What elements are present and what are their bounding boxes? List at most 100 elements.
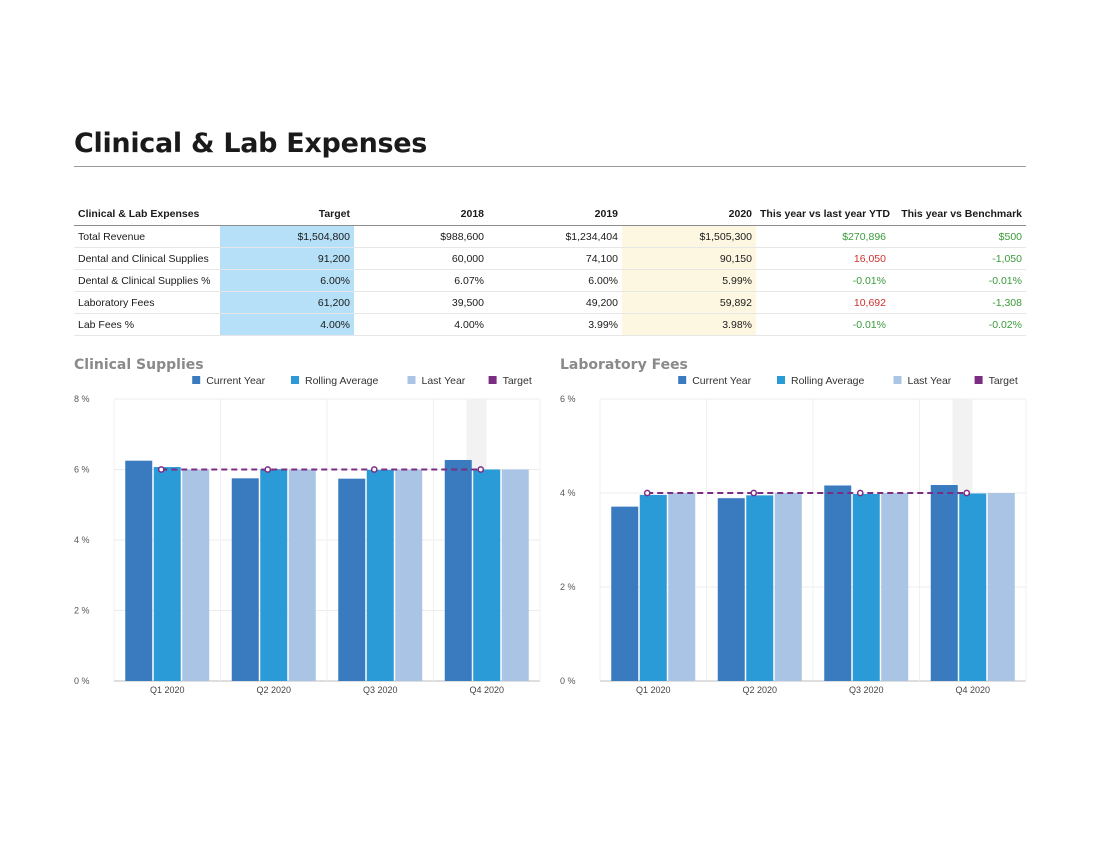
clinical-supplies-chart: Current Year Rolling Average Last Year Targ… bbox=[74, 355, 554, 700]
value-2018: 4.00% bbox=[354, 313, 488, 336]
row-label: Dental and Clinical Supplies bbox=[74, 247, 220, 270]
row-label: Dental & Clinical Supplies % bbox=[74, 269, 220, 292]
target-point-0 bbox=[157, 466, 165, 473]
expenses-table: Clinical & Lab Expenses Target 2018 2019… bbox=[74, 204, 1026, 336]
legend-swatch-2 bbox=[893, 376, 902, 384]
legend-label-1: Rolling Average bbox=[305, 375, 379, 387]
legend-swatch-1 bbox=[291, 376, 299, 384]
bar-rolling-average-0 bbox=[639, 494, 667, 681]
page-title: Clinical & Lab Expenses bbox=[74, 128, 428, 159]
legend-swatch-0 bbox=[678, 376, 687, 384]
row-label: Total Revenue bbox=[74, 225, 220, 248]
legend-swatch-0 bbox=[192, 376, 201, 384]
target-point-2 bbox=[370, 466, 378, 473]
value-2018: 39,500 bbox=[354, 291, 488, 314]
y-tick-label-3: 6 % bbox=[74, 465, 90, 475]
target-cell: 6.00% bbox=[220, 269, 354, 292]
x-tick-label-1: Q2 2020 bbox=[256, 685, 291, 695]
bar-rolling-average-1 bbox=[746, 495, 774, 681]
bar-last-year-2 bbox=[395, 469, 423, 681]
y-tick-label-4: 8 % bbox=[74, 394, 90, 404]
vs-benchmark-cell: -1,308 bbox=[890, 291, 1026, 314]
column-header-target: Target bbox=[220, 204, 354, 226]
laboratory-fees-chart-svg: Current Year Rolling Average Last Year Targ… bbox=[560, 375, 1027, 695]
column-header-2019: 2019 bbox=[488, 204, 622, 226]
bar-last-year-1 bbox=[774, 493, 802, 681]
table-row: Total Revenue $1,504,800 $988,600 $1,234,40… bbox=[74, 225, 1026, 248]
bar-rolling-average-2 bbox=[366, 469, 394, 681]
bar-rolling-average-0 bbox=[153, 467, 181, 681]
target-point-0 bbox=[643, 489, 651, 497]
bar-current-year-3 bbox=[444, 459, 472, 681]
legend-label-0: Current Year bbox=[692, 375, 751, 387]
target-point-2 bbox=[856, 489, 864, 497]
legend-label-3: Target bbox=[503, 375, 532, 387]
bar-current-year-0 bbox=[611, 506, 639, 681]
target-point-3 bbox=[477, 466, 485, 473]
legend-swatch-3 bbox=[974, 376, 983, 384]
x-tick-label-2: Q3 2020 bbox=[849, 685, 884, 695]
value-2019: 6.00% bbox=[488, 269, 622, 292]
column-header-vs-benchmark: This year vs Benchmark bbox=[890, 204, 1026, 226]
bar-rolling-average-1 bbox=[260, 469, 288, 681]
legend-label-0: Current Year bbox=[206, 375, 265, 387]
value-2019: 3.99% bbox=[488, 313, 622, 336]
y-tick-label-3: 6 % bbox=[560, 394, 576, 404]
value-2018: $988,600 bbox=[354, 225, 488, 248]
legend-swatch-1 bbox=[777, 376, 785, 384]
chart-title: Clinical Supplies bbox=[74, 357, 204, 373]
clinical-supplies-chart-svg: Current Year Rolling Average Last Year Targ… bbox=[74, 375, 541, 695]
chart-title: Laboratory Fees bbox=[560, 357, 688, 373]
laboratory-fees-chart: Current Year Rolling Average Last Year Targ… bbox=[560, 355, 1040, 700]
vs-last-year-cell: 16,050 bbox=[756, 247, 890, 270]
row-label: Lab Fees % bbox=[74, 313, 220, 336]
vs-benchmark-cell: -0.02% bbox=[890, 313, 1026, 336]
y-tick-label-0: 0 % bbox=[74, 676, 90, 686]
bar-current-year-0 bbox=[125, 460, 153, 681]
x-tick-label-1: Q2 2020 bbox=[742, 685, 777, 695]
table-row: Laboratory Fees 61,200 39,500 49,200 59,892 1… bbox=[74, 291, 1026, 314]
value-2018: 6.07% bbox=[354, 269, 488, 292]
bar-rolling-average-3 bbox=[959, 493, 987, 681]
table-row: Lab Fees % 4.00% 4.00% 3.99% 3.98% -0.01% -0.0… bbox=[74, 313, 1026, 336]
bar-last-year-1 bbox=[288, 469, 316, 681]
value-2020: 59,892 bbox=[622, 291, 756, 314]
y-tick-label-2: 4 % bbox=[74, 535, 90, 545]
target-cell: 4.00% bbox=[220, 313, 354, 336]
legend-label-1: Rolling Average bbox=[791, 375, 865, 387]
bar-last-year-2 bbox=[881, 493, 909, 681]
bar-current-year-2 bbox=[338, 478, 366, 681]
legend-label-2: Last Year bbox=[422, 375, 466, 387]
target-cell: 91,200 bbox=[220, 247, 354, 270]
column-header-2018: 2018 bbox=[354, 204, 488, 226]
table-header-row: Clinical & Lab Expenses Target 2018 2019… bbox=[74, 204, 1026, 226]
y-tick-label-2: 4 % bbox=[560, 488, 576, 498]
legend-label-3: Target bbox=[989, 375, 1018, 387]
vs-last-year-cell: 10,692 bbox=[756, 291, 890, 314]
target-cell: $1,504,800 bbox=[220, 225, 354, 248]
vs-benchmark-cell: -1,050 bbox=[890, 247, 1026, 270]
bar-current-year-2 bbox=[824, 485, 852, 681]
vs-benchmark-cell: -0.01% bbox=[890, 269, 1026, 292]
x-tick-label-0: Q1 2020 bbox=[150, 685, 185, 695]
value-2020: 90,150 bbox=[622, 247, 756, 270]
x-tick-label-3: Q4 2020 bbox=[955, 685, 990, 695]
bar-current-year-1 bbox=[717, 498, 745, 681]
value-2020: $1,505,300 bbox=[622, 225, 756, 248]
row-label: Laboratory Fees bbox=[74, 291, 220, 314]
value-2019: 74,100 bbox=[488, 247, 622, 270]
vs-last-year-cell: $270,896 bbox=[756, 225, 890, 248]
x-tick-label-3: Q4 2020 bbox=[469, 685, 504, 695]
value-2020: 5.99% bbox=[622, 269, 756, 292]
target-point-1 bbox=[750, 489, 758, 497]
column-header-label: Clinical & Lab Expenses bbox=[74, 204, 220, 226]
bar-last-year-3 bbox=[501, 469, 529, 681]
bar-last-year-0 bbox=[668, 493, 696, 681]
table-row: Dental and Clinical Supplies 91,200 60,000… bbox=[74, 247, 1026, 270]
legend-swatch-2 bbox=[407, 376, 416, 384]
bar-rolling-average-2 bbox=[852, 493, 880, 681]
value-2019: 49,200 bbox=[488, 291, 622, 314]
vs-benchmark-cell: $500 bbox=[890, 225, 1026, 248]
x-tick-label-2: Q3 2020 bbox=[363, 685, 398, 695]
column-header-2020: 2020 bbox=[622, 204, 756, 226]
